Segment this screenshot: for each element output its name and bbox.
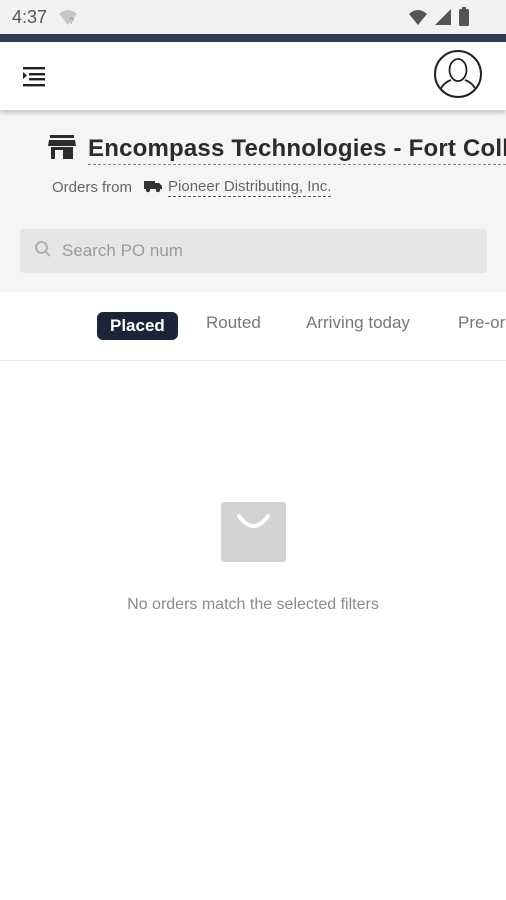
location-header: Encompass Technologies - Fort Colli Orde… <box>0 110 506 292</box>
tab-routed[interactable]: Routed <box>206 313 261 333</box>
search-bar <box>20 229 487 273</box>
tab-arriving-today[interactable]: Arriving today <box>306 313 410 333</box>
store-selector[interactable]: Encompass Technologies - Fort Colli <box>48 134 506 165</box>
store-name: Encompass Technologies - Fort Colli <box>88 135 506 165</box>
wifi-question-icon: ? <box>58 8 78 31</box>
status-tabs: Placed Routed Arriving today Pre-or <box>0 292 506 361</box>
signal-icon <box>434 8 452 31</box>
tab-placed[interactable]: Placed <box>97 312 178 340</box>
tab-pre-order[interactable]: Pre-or <box>458 313 505 333</box>
menu-button[interactable] <box>18 62 50 90</box>
status-icons <box>408 7 470 32</box>
battery-icon <box>458 7 470 32</box>
storefront-icon <box>48 134 76 165</box>
svg-text:?: ? <box>69 16 74 26</box>
status-time: 4:37 <box>12 7 48 27</box>
status-bar: 4:37 ? <box>0 0 506 34</box>
app-bar <box>0 42 506 110</box>
empty-state-message: No orders match the selected filters <box>127 596 379 613</box>
orders-from-label: Orders from <box>52 179 133 196</box>
search-icon <box>34 240 52 263</box>
truck-icon <box>144 179 163 197</box>
account-circle-icon <box>436 58 480 96</box>
distributor-selector[interactable]: Orders from Pioneer Distributing, Inc. <box>52 178 332 197</box>
profile-button[interactable] <box>434 50 482 98</box>
search-input[interactable] <box>60 240 464 262</box>
distributor-name: Pioneer Distributing, Inc. <box>168 178 332 197</box>
wifi-icon <box>408 8 428 31</box>
shopping-bag-icon <box>221 502 286 562</box>
top-accent-line <box>0 34 506 42</box>
menu-indent-icon <box>18 67 50 94</box>
